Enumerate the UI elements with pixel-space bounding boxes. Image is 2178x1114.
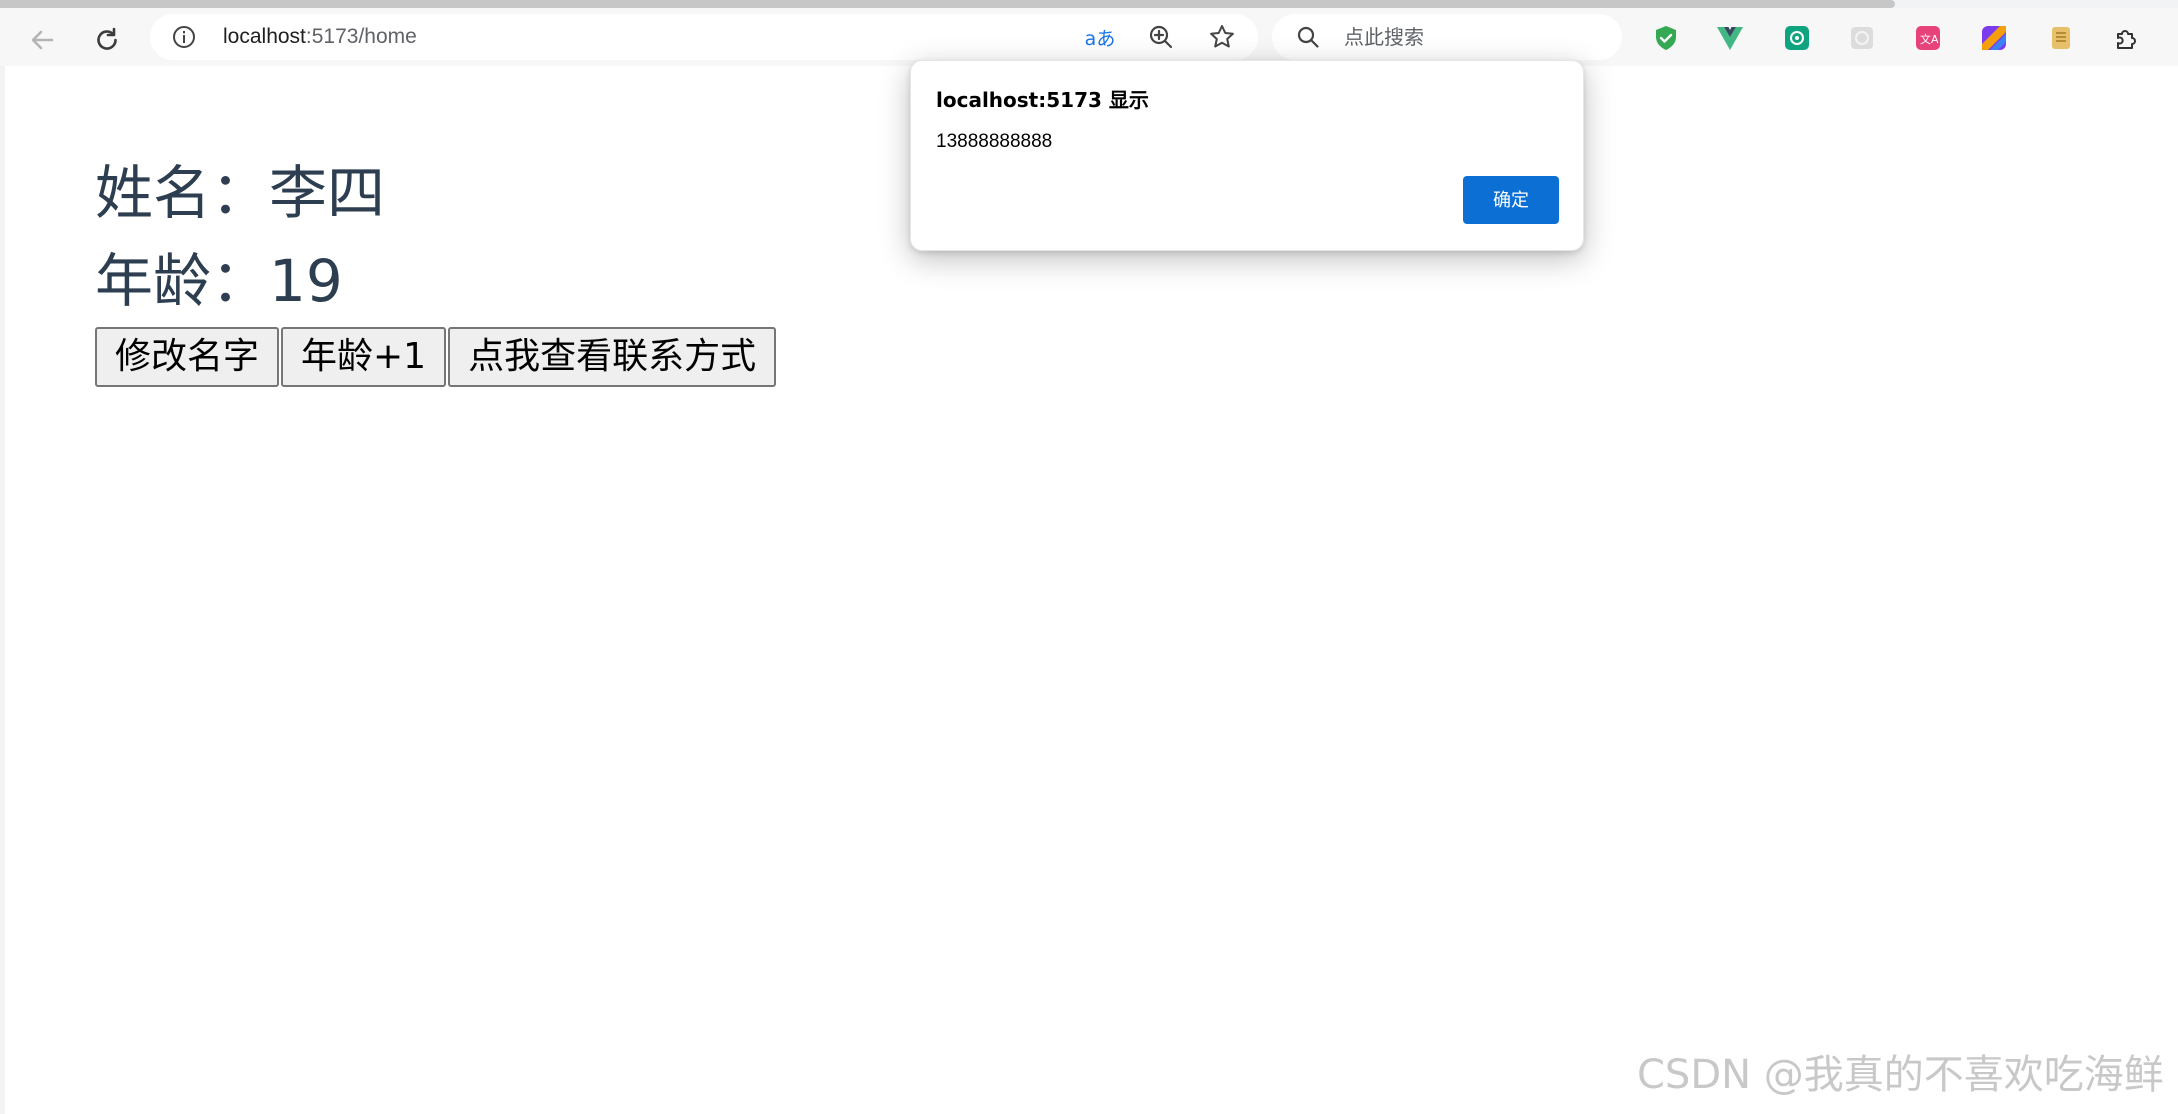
url-text[interactable]: localhost:5173/home <box>223 25 417 49</box>
button-row: 修改名字 年龄+1 点我查看联系方式 <box>95 327 778 387</box>
chatgpt-extension-icon[interactable] <box>1781 22 1813 54</box>
alert-ok-button[interactable]: 确定 <box>1463 176 1559 224</box>
translate-extension-icon[interactable]: 文A <box>1912 22 1944 54</box>
alert-title: localhost:5173 显示 <box>936 88 1149 112</box>
url-host: localhost <box>223 25 306 48</box>
translate-icon-label: aあ <box>1084 27 1116 50</box>
reload-icon <box>93 26 121 58</box>
watermark: CSDN @我真的不喜欢吃海鲜 <box>1637 1052 2164 1098</box>
view-contact-button[interactable]: 点我查看联系方式 <box>448 327 777 387</box>
translate-icon[interactable]: aあ <box>1084 23 1116 51</box>
url-path: :5173/home <box>305 25 417 48</box>
search-placeholder: 点此搜索 <box>1344 25 1424 49</box>
alert-message: 13888888888 <box>936 131 1053 152</box>
zoom-icon[interactable] <box>1145 23 1177 51</box>
shield-extension-icon[interactable] <box>1650 22 1682 54</box>
gray-extension-icon[interactable] <box>1846 22 1878 54</box>
puzzle-extensions-icon[interactable] <box>2110 22 2142 54</box>
vue-devtools-icon[interactable] <box>1714 22 1746 54</box>
back-button[interactable] <box>20 20 64 64</box>
alert-dialog: localhost:5173 显示 13888888888 确定 <box>910 60 1584 251</box>
search-box[interactable]: 点此搜索 <box>1272 14 1622 60</box>
search-icon <box>1296 25 1320 49</box>
reload-button[interactable] <box>85 20 129 64</box>
site-info-icon[interactable] <box>172 25 196 49</box>
favorite-star-icon[interactable] <box>1206 23 1238 51</box>
change-name-button[interactable]: 修改名字 <box>95 327 280 387</box>
svg-text:文A: 文A <box>1920 32 1939 46</box>
age-plus-one-button[interactable]: 年龄+1 <box>281 327 447 387</box>
colorful-extension-icon[interactable] <box>1978 22 2010 54</box>
notes-extension-icon[interactable] <box>2045 22 2077 54</box>
tab-strip-bar <box>0 0 1895 8</box>
tab-strip <box>0 0 2178 8</box>
back-arrow-icon <box>28 26 56 58</box>
age-line: 年龄：19 <box>95 247 343 315</box>
name-line: 姓名：李四 <box>95 159 386 227</box>
address-bar[interactable]: localhost:5173/home aあ <box>150 14 1258 60</box>
browser-toolbar: localhost:5173/home aあ 点此搜索 文A <box>0 8 2178 66</box>
